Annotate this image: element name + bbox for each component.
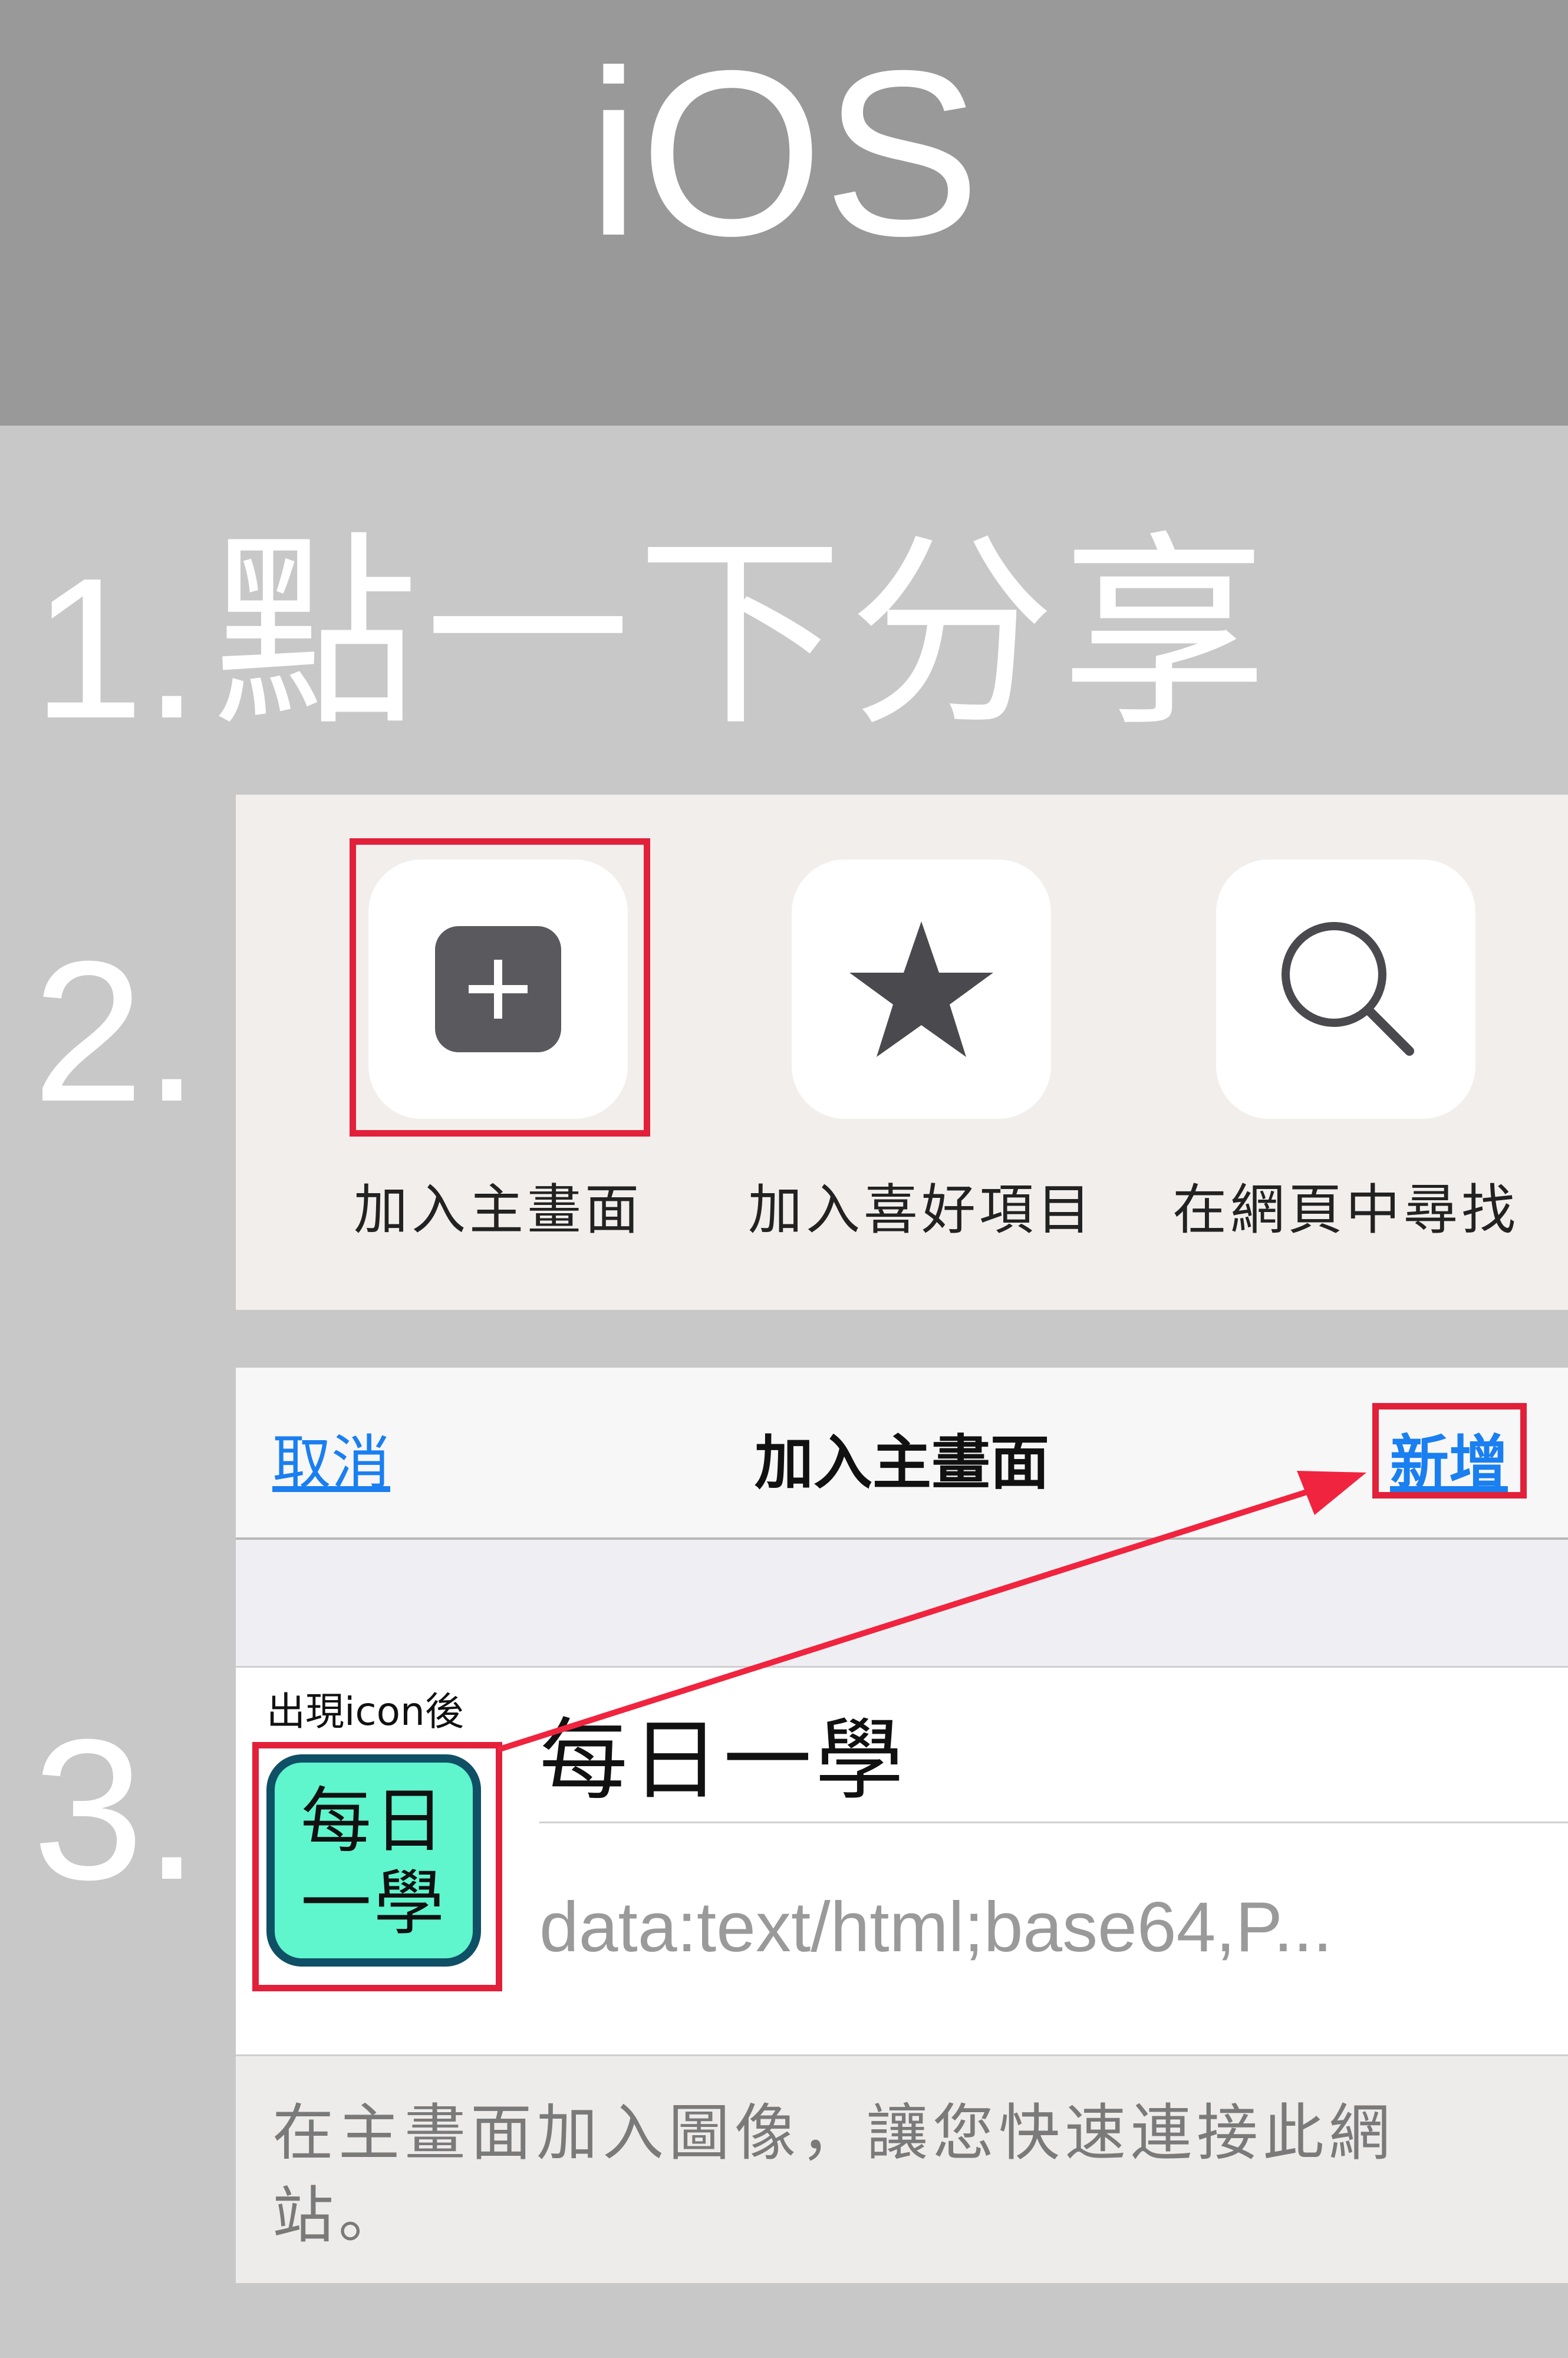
arrow-annotation	[497, 1471, 1366, 1753]
arrow-head-icon	[1297, 1471, 1366, 1515]
